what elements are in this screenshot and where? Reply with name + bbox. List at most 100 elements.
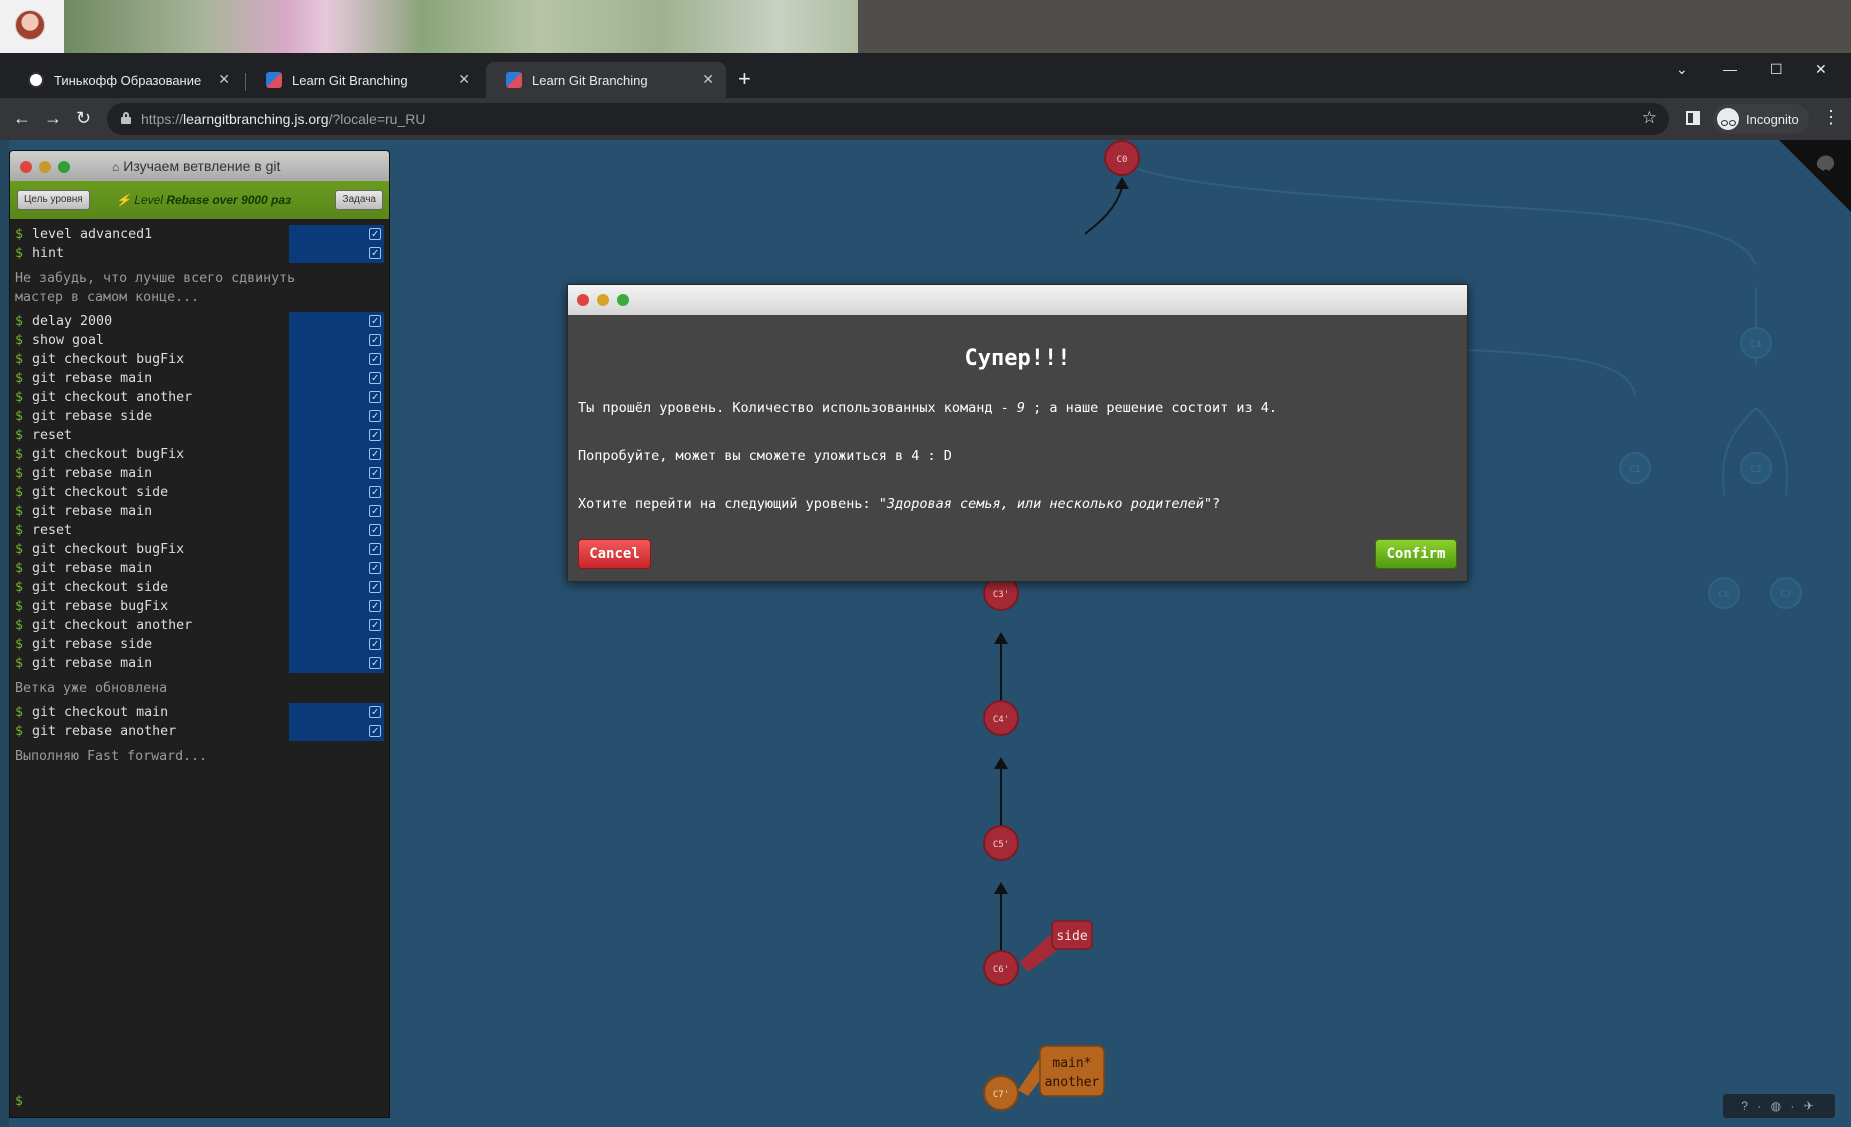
- menu-kebab-icon[interactable]: ⋮: [1822, 107, 1840, 128]
- bookmark-star-icon[interactable]: ☆: [1642, 108, 1657, 128]
- command-text: git rebase another: [32, 724, 177, 739]
- terminal-command-line: $ hint ✓: [10, 244, 389, 263]
- level-bar: Цель уровня ⚡ Level Rebase over 9000 раз…: [10, 181, 389, 219]
- checkbox-checked-icon: ✓: [369, 600, 381, 612]
- terminal-command-line: $ git rebase main ✓: [10, 464, 389, 483]
- goal-button[interactable]: Цель уровня: [17, 190, 90, 210]
- checkbox-checked-icon: ✓: [369, 448, 381, 460]
- branch-label: another: [1045, 1075, 1100, 1090]
- command-text: git checkout another: [32, 618, 193, 633]
- terminal-message: Ветка уже обновлена: [15, 681, 168, 696]
- command-text: git checkout bugFix: [32, 352, 185, 367]
- checkbox-checked-icon: ✓: [369, 467, 381, 479]
- minimize-icon[interactable]: —: [1723, 61, 1737, 77]
- command-status: ✓: [289, 350, 384, 369]
- wallpaper-photo: [64, 0, 858, 53]
- incognito-icon: [1717, 108, 1739, 130]
- command-text: git checkout bugFix: [32, 447, 185, 462]
- tree-edge-faded: [1121, 159, 1756, 266]
- prompt-symbol: $: [15, 246, 24, 261]
- tab-label: Тинькофф Образование: [54, 72, 202, 88]
- learngitbranching-icon: [506, 72, 522, 88]
- command-terminal: ⌂ Изучаем ветвление в git Цель уровня ⚡ L…: [9, 150, 390, 1118]
- checkbox-checked-icon: ✓: [369, 429, 381, 441]
- avatar-face: [15, 10, 45, 40]
- command-text: git checkout another: [32, 390, 193, 405]
- terminal-command-line: $ git checkout side ✓: [10, 483, 389, 502]
- command-status: ✓: [289, 559, 384, 578]
- command-text: git rebase main: [32, 466, 153, 481]
- forward-icon[interactable]: →: [44, 108, 62, 128]
- close-icon[interactable]: ✕: [458, 71, 470, 88]
- terminal-prompt[interactable]: $: [15, 1094, 23, 1109]
- maximize-icon[interactable]: ☐: [1770, 61, 1783, 78]
- checkbox-checked-icon: ✓: [369, 657, 381, 669]
- command-status: ✓: [289, 483, 384, 502]
- checkbox-checked-icon: ✓: [369, 247, 381, 259]
- new-tab-button[interactable]: +: [738, 66, 751, 92]
- tab-label: Learn Git Branching: [292, 72, 408, 88]
- maximize-dot-icon[interactable]: [617, 294, 629, 306]
- tab-learn-git-branching[interactable]: Learn Git Branching ✕: [246, 62, 482, 98]
- confirm-button[interactable]: Confirm: [1375, 539, 1457, 569]
- footer-icons[interactable]: ? · ◍ · ✈: [1723, 1094, 1835, 1118]
- checkbox-checked-icon: ✓: [369, 334, 381, 346]
- prompt-symbol: $: [15, 523, 24, 538]
- command-text: git rebase main: [32, 504, 153, 519]
- close-icon[interactable]: ✕: [218, 71, 230, 88]
- lock-icon: [121, 112, 131, 124]
- command-status: ✓: [289, 578, 384, 597]
- prompt-symbol: $: [15, 618, 24, 633]
- tinkoff-icon: [28, 72, 44, 88]
- incognito-badge[interactable]: Incognito: [1713, 104, 1809, 134]
- checkbox-checked-icon: ✓: [369, 581, 381, 593]
- address-bar[interactable]: https://learngitbranching.js.org/?locale…: [107, 103, 1669, 135]
- cancel-button[interactable]: Cancel: [578, 539, 651, 569]
- command-text: git checkout side: [32, 580, 169, 595]
- minimize-dot-icon[interactable]: [597, 294, 609, 306]
- checkbox-checked-icon: ✓: [369, 562, 381, 574]
- close-icon[interactable]: ✕: [702, 71, 714, 88]
- prompt-symbol: $: [15, 314, 24, 329]
- command-status: ✓: [289, 388, 384, 407]
- user-avatar[interactable]: [0, 0, 64, 53]
- prompt-symbol: $: [15, 428, 24, 443]
- minimize-dot-icon[interactable]: [39, 161, 51, 173]
- command-status: ✓: [289, 502, 384, 521]
- checkbox-checked-icon: ✓: [369, 706, 381, 718]
- home-icon[interactable]: ⌂: [112, 160, 119, 174]
- tab-learn-git-branching-active[interactable]: Learn Git Branching ✕: [486, 62, 726, 98]
- task-button[interactable]: Задача: [335, 190, 383, 210]
- tab-search-icon[interactable]: ⌄: [1676, 61, 1688, 78]
- command-text: git rebase main: [32, 371, 153, 386]
- prompt-symbol: $: [15, 599, 24, 614]
- window-close-icon[interactable]: ✕: [1815, 61, 1827, 78]
- close-dot-icon[interactable]: [20, 161, 32, 173]
- terminal-command-line: $ git rebase main ✓: [10, 559, 389, 578]
- command-status: ✓: [289, 312, 384, 331]
- terminal-command-line: $ git rebase bugFix ✓: [10, 597, 389, 616]
- command-status: ✓: [289, 597, 384, 616]
- prompt-symbol: $: [15, 656, 24, 671]
- prompt-symbol: $: [15, 409, 24, 424]
- terminal-command-line: $ git checkout side ✓: [10, 578, 389, 597]
- command-status: ✓: [289, 244, 384, 263]
- terminal-command-line: $ show goal ✓: [10, 331, 389, 350]
- maximize-dot-icon[interactable]: [58, 161, 70, 173]
- prompt-symbol: $: [15, 561, 24, 576]
- prompt-symbol: $: [15, 504, 24, 519]
- commit-label: C2: [1751, 465, 1762, 475]
- edge-arrow: [994, 882, 1008, 894]
- back-icon[interactable]: ←: [13, 108, 31, 128]
- command-text: git rebase main: [32, 656, 153, 671]
- command-status: ✓: [289, 521, 384, 540]
- tab-tinkoff[interactable]: Тинькофф Образование ✕: [8, 62, 242, 98]
- checkbox-checked-icon: ✓: [369, 638, 381, 650]
- side-panel-icon[interactable]: [1686, 111, 1700, 125]
- dialog-result-text: Ты прошёл уровень. Количество использова…: [578, 400, 1278, 416]
- browser-toolbar: ← → ↻ https://learngitbranching.js.org/?…: [0, 98, 1851, 140]
- reload-icon[interactable]: ↻: [76, 108, 91, 128]
- close-dot-icon[interactable]: [577, 294, 589, 306]
- tab-label: Learn Git Branching: [532, 72, 648, 88]
- command-text: git checkout bugFix: [32, 542, 185, 557]
